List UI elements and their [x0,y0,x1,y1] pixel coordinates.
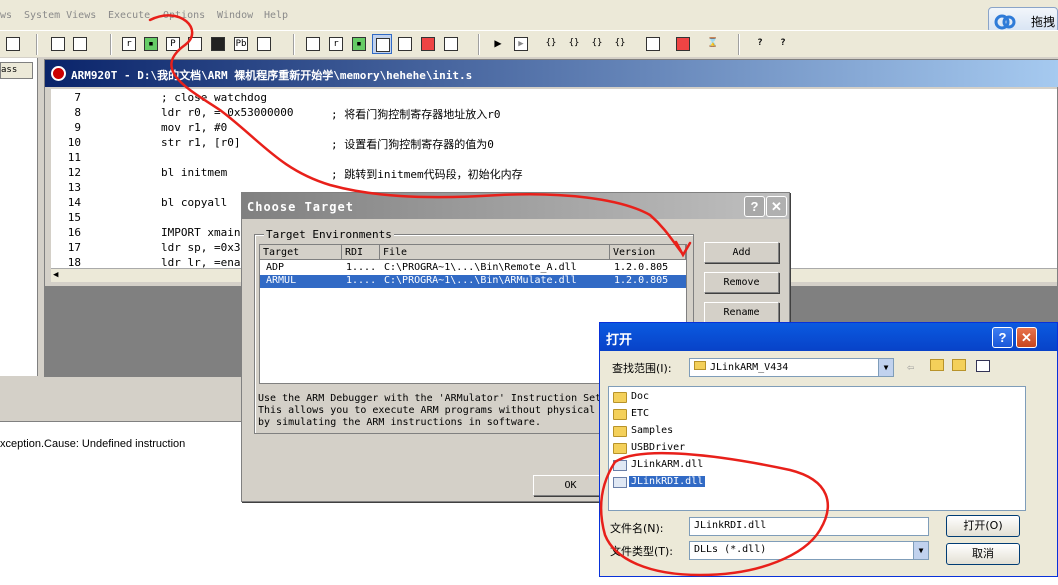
column-header-version[interactable]: Version [610,245,686,260]
toolbar-button-11[interactable] [303,34,323,54]
table-row[interactable]: ARMUL 1.... C:\PROGRA~1\...\Bin\ARMulate… [260,275,686,288]
file-list[interactable]: Doc ETC Samples USBDriver JLinkARM.dll J… [608,386,1026,511]
toolbar-button-21[interactable]: {} [564,34,584,54]
arm-icon [51,66,66,81]
drag-label: 拖拽 [1031,15,1056,29]
toolbar-button-15[interactable] [395,34,415,54]
help-icon[interactable]: ? [744,196,765,217]
column-header-target[interactable]: Target [260,245,342,260]
toolbar-button-24[interactable] [643,34,663,54]
choose-target-title: Choose Target [247,200,354,214]
open-file-dialog: 打开 ? ✕ 查找范围(I): JLinkARM_V434 ▼ ⇦ Doc ET… [599,322,1058,577]
remove-button[interactable]: Remove [704,272,779,293]
toolbar-button-17[interactable] [441,34,461,54]
add-button[interactable]: Add [704,242,779,263]
open-dialog-title-bar[interactable]: 打开 ? ✕ [600,323,1057,351]
choose-target-title-bar[interactable]: Choose Target ? ✕ [242,193,789,219]
toolbar-button-8[interactable] [208,34,228,54]
menu-item-window[interactable]: Window [217,10,253,21]
menu-item-views[interactable]: ws [0,10,12,21]
toolbar-button-13[interactable]: ▪ [349,34,369,54]
menu-item-options[interactable]: Options [163,10,205,21]
toolbar-button-19[interactable]: ▶ [511,34,531,54]
menu-item-execute[interactable]: Execute [108,10,150,21]
toolbar-button-22[interactable]: {} [587,34,607,54]
toolbar-button-16[interactable] [418,34,438,54]
toolbar-button-9[interactable]: Pb [231,34,251,54]
help-icon[interactable]: ? [750,34,770,54]
folder-icon [613,426,627,437]
folder-icon [613,392,627,403]
folder-icon [613,443,627,454]
cloud-icon [994,14,1016,30]
back-arrow-icon[interactable]: ⇦ [907,360,914,374]
filetype-select[interactable]: DLLs (*.dll) ▼ [689,541,929,560]
menu-item-help[interactable]: Help [264,10,288,21]
toolbar-button-3[interactable] [70,34,90,54]
toolbar-button-12[interactable]: r [326,34,346,54]
cancel-button[interactable]: 取消 [946,543,1020,565]
toolbar-button-10[interactable] [254,34,274,54]
column-header-file[interactable]: File [380,245,610,260]
open-dialog-title: 打开 [606,333,633,348]
ok-button[interactable]: OK [533,475,608,496]
filename-input[interactable]: JLinkRDI.dll [689,517,929,536]
dll-file-icon [613,460,627,471]
table-row[interactable]: ADP 1.... C:\PROGRA~1\...\Bin\Remote_A.d… [260,262,686,275]
folder-icon [613,409,627,420]
toolbar-button-5[interactable]: ▪ [141,34,161,54]
context-help-icon[interactable]: ? [773,34,793,54]
toolbar-button-18[interactable]: ▶ [488,34,508,54]
up-folder-icon[interactable] [930,359,944,371]
rename-button[interactable]: Rename [704,302,779,323]
filename-value: JLinkRDI.dll [694,520,767,531]
chevron-down-icon[interactable]: ▼ [913,542,928,559]
toolbar-button-23[interactable]: {} [610,34,630,54]
toolbar-button-25[interactable] [673,34,693,54]
editor-title-bar[interactable]: ARM920T - D:\我的文档\ARM 裸机程序重新开始学\memory\h… [45,60,1058,87]
left-panel: ass [0,58,38,376]
view-menu-icon[interactable] [976,360,990,372]
log-message: xception.Cause: Undefined instruction [0,438,186,450]
toolbar-button-14[interactable] [372,34,392,54]
hourglass-icon[interactable]: ⌛ [703,34,723,54]
filetype-value: DLLs (*.dll) [694,544,767,555]
toolbar-button-1[interactable] [3,34,23,54]
toolbar-button-20[interactable]: {} [541,34,561,54]
look-in-label: 查找范围(I): [612,362,672,375]
close-icon[interactable]: ✕ [1016,327,1037,348]
new-folder-icon[interactable] [952,359,966,371]
open-button[interactable]: 打开(O) [946,515,1020,537]
close-icon[interactable]: ✕ [766,196,787,217]
look-in-select[interactable]: JLinkARM_V434 ▼ [689,358,894,377]
dll-file-icon [613,477,627,488]
group-label: Target Environments [264,228,394,241]
toolbar-button-6[interactable]: P [163,34,183,54]
menu-bar: ws System Views Execute Options Window H… [0,0,1058,33]
folder-icon [694,361,706,370]
chevron-down-icon[interactable]: ▼ [878,359,893,376]
help-icon[interactable]: ? [992,327,1013,348]
toolbar: r ▪ P Pb r ▪ ▶ ▶ {} {} {} {} ⌛ ? ? [0,30,1058,57]
toolbar-button-2[interactable] [48,34,68,54]
filetype-label: 文件类型(T): [610,545,674,558]
scroll-left-icon[interactable]: ◀ [53,270,58,280]
editor-title: ARM920T - D:\我的文档\ARM 裸机程序重新开始学\memory\h… [71,69,473,82]
left-panel-tab[interactable]: ass [0,62,33,79]
look-in-value: JLinkARM_V434 [710,362,789,373]
filename-label: 文件名(N): [610,522,664,535]
toolbar-button-7[interactable] [185,34,205,54]
toolbar-button-4[interactable]: r [119,34,139,54]
menu-item-system-views[interactable]: System Views [24,10,96,21]
column-header-rdi[interactable]: RDI [342,245,380,260]
